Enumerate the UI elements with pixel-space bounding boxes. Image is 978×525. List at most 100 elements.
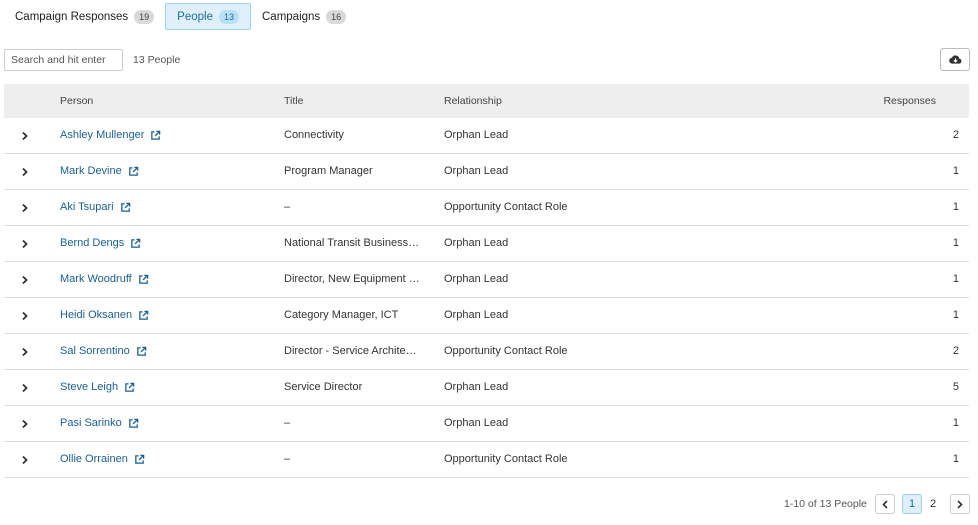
table-body: Ashley Mullenger Connectivity Orphan Lead 2… bbox=[4, 118, 969, 478]
table-row: Mark Devine Program Manager Orphan Lead 1 bbox=[4, 154, 969, 190]
person-link[interactable]: Sal Sorrentino bbox=[60, 345, 147, 357]
table-row: Pasi Sarinko – Orphan Lead 1 bbox=[4, 406, 969, 442]
external-link-icon[interactable] bbox=[150, 130, 161, 141]
person-name: Bernd Dengs bbox=[60, 237, 125, 249]
table-row: Sal Sorrentino Director - Service Archite… bbox=[4, 334, 969, 370]
tab-bar: Campaign Responses 19 People 13 Campaign… bbox=[4, 3, 357, 31]
responses-count: 1 bbox=[952, 201, 959, 213]
people-table: Person Title Relationship Responses Ashl… bbox=[4, 84, 969, 478]
person-title: – bbox=[284, 417, 291, 429]
external-link-icon[interactable] bbox=[128, 166, 139, 177]
person-title: Director, New Equipment … bbox=[284, 273, 420, 285]
expand-row-button[interactable] bbox=[21, 418, 29, 430]
count-badge: 13 bbox=[218, 9, 239, 24]
expand-row-button[interactable] bbox=[21, 454, 29, 466]
table-row: Ollie Orrainen – Opportunity Contact Role 1 bbox=[4, 442, 969, 478]
responses-count: 1 bbox=[952, 237, 959, 249]
person-title: Category Manager, ICT bbox=[284, 309, 399, 321]
column-header-relationship[interactable]: Relationship bbox=[444, 95, 502, 107]
responses-count: 2 bbox=[952, 345, 959, 357]
responses-count: 1 bbox=[952, 309, 959, 321]
person-name: Mark Woodruff bbox=[60, 273, 132, 285]
tab-people[interactable]: People 13 bbox=[165, 3, 251, 30]
person-link[interactable]: Steve Leigh bbox=[60, 381, 135, 393]
tab-label: People bbox=[177, 10, 213, 23]
person-name: Heidi Oksanen bbox=[60, 309, 133, 321]
external-link-icon[interactable] bbox=[130, 238, 141, 249]
person-link[interactable]: Ashley Mullenger bbox=[60, 129, 161, 141]
download-button[interactable] bbox=[940, 48, 970, 71]
relationship: Orphan Lead bbox=[444, 273, 509, 285]
external-link-icon[interactable] bbox=[138, 274, 149, 285]
column-header-person[interactable]: Person bbox=[60, 95, 93, 107]
table-row: Aki Tsupari – Opportunity Contact Role 1 bbox=[4, 190, 969, 226]
relationship: Orphan Lead bbox=[444, 237, 509, 249]
external-link-icon[interactable] bbox=[120, 202, 131, 213]
external-link-icon[interactable] bbox=[138, 310, 149, 321]
person-link[interactable]: Bernd Dengs bbox=[60, 237, 141, 249]
person-name: Ashley Mullenger bbox=[60, 129, 145, 141]
count-badge: 19 bbox=[134, 9, 155, 24]
person-title: Connectivity bbox=[284, 129, 344, 141]
person-name: Pasi Sarinko bbox=[60, 417, 122, 429]
person-name: Steve Leigh bbox=[60, 381, 119, 393]
tab-campaign-responses[interactable]: Campaign Responses 19 bbox=[4, 3, 165, 30]
person-link[interactable]: Aki Tsupari bbox=[60, 201, 131, 213]
external-link-icon[interactable] bbox=[124, 382, 135, 393]
page-1-button[interactable]: 1 bbox=[902, 494, 922, 514]
expand-row-button[interactable] bbox=[21, 130, 29, 142]
external-link-icon[interactable] bbox=[134, 454, 145, 465]
responses-count: 1 bbox=[952, 165, 959, 177]
person-link[interactable]: Ollie Orrainen bbox=[60, 453, 145, 465]
responses-count: 1 bbox=[952, 453, 959, 465]
chevron-right-icon bbox=[22, 275, 28, 285]
person-name: Aki Tsupari bbox=[60, 201, 114, 213]
person-title: Service Director bbox=[284, 381, 363, 393]
next-page-button[interactable] bbox=[950, 494, 970, 514]
external-link-icon[interactable] bbox=[128, 418, 139, 429]
expand-row-button[interactable] bbox=[21, 202, 29, 214]
table-row: Steve Leigh Service Director Orphan Lead 5 bbox=[4, 370, 969, 406]
chevron-right-icon bbox=[22, 131, 28, 141]
person-title: National Transit Business… bbox=[284, 237, 420, 249]
expand-row-button[interactable] bbox=[21, 166, 29, 178]
relationship: Orphan Lead bbox=[444, 381, 509, 393]
search-input[interactable] bbox=[4, 49, 123, 71]
relationship: Orphan Lead bbox=[444, 129, 509, 141]
tab-label: Campaigns bbox=[262, 10, 321, 23]
chevron-right-icon bbox=[22, 419, 28, 429]
relationship: Orphan Lead bbox=[444, 309, 509, 321]
expand-row-button[interactable] bbox=[21, 238, 29, 250]
external-link-icon[interactable] bbox=[136, 346, 147, 357]
tab-campaigns[interactable]: Campaigns 16 bbox=[251, 3, 357, 30]
expand-row-button[interactable] bbox=[21, 274, 29, 286]
column-header-title[interactable]: Title bbox=[284, 95, 303, 107]
person-link[interactable]: Pasi Sarinko bbox=[60, 417, 139, 429]
chevron-right-icon bbox=[22, 383, 28, 393]
table-row: Bernd Dengs National Transit Business… Orp… bbox=[4, 226, 969, 262]
relationship: Opportunity Contact Role bbox=[444, 345, 568, 357]
column-header-responses[interactable]: Responses bbox=[883, 95, 936, 107]
responses-count: 5 bbox=[952, 381, 959, 393]
responses-count: 1 bbox=[952, 417, 959, 429]
responses-count: 2 bbox=[952, 129, 959, 141]
relationship: Opportunity Contact Role bbox=[444, 453, 568, 465]
person-link[interactable]: Mark Woodruff bbox=[60, 273, 149, 285]
person-name: Mark Devine bbox=[60, 165, 122, 177]
chevron-right-icon bbox=[22, 311, 28, 321]
person-title: Program Manager bbox=[284, 165, 373, 177]
chevron-right-icon bbox=[22, 239, 28, 249]
relationship: Orphan Lead bbox=[444, 165, 509, 177]
person-link[interactable]: Mark Devine bbox=[60, 165, 139, 177]
expand-row-button[interactable] bbox=[21, 310, 29, 322]
person-name: Ollie Orrainen bbox=[60, 453, 128, 465]
previous-page-button[interactable] bbox=[875, 494, 895, 514]
expand-row-button[interactable] bbox=[21, 382, 29, 394]
table-row: Mark Woodruff Director, New Equipment … Or… bbox=[4, 262, 969, 298]
person-link[interactable]: Heidi Oksanen bbox=[60, 309, 149, 321]
expand-row-button[interactable] bbox=[21, 346, 29, 358]
cloud-download-icon bbox=[948, 54, 961, 64]
table-header: Person Title Relationship Responses bbox=[4, 84, 969, 118]
page-2-button[interactable]: 2 bbox=[923, 494, 943, 514]
chevron-right-icon bbox=[22, 203, 28, 213]
